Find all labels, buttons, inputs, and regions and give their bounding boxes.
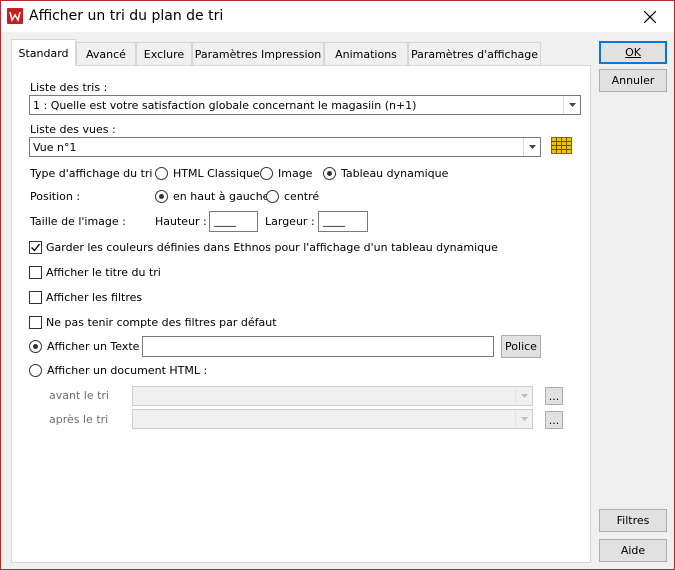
- liste-vues-label: Liste des vues :: [30, 123, 116, 136]
- afficher-document-label[interactable]: Afficher un document HTML :: [47, 364, 207, 377]
- avant-tri-label: avant le tri: [49, 389, 109, 402]
- chevron-down-icon: [515, 387, 532, 405]
- largeur-label: Largeur :: [265, 215, 315, 228]
- tab-parametres-affichage[interactable]: Paramètres d'affichage: [408, 42, 541, 66]
- browse-label: ...: [548, 413, 560, 427]
- largeur-input[interactable]: ____: [318, 211, 368, 232]
- tab-label: Avancé: [86, 48, 126, 61]
- type-affichage-label: Type d'affichage du tri :: [30, 167, 160, 180]
- afficher-titre-checkbox[interactable]: [29, 266, 42, 279]
- apres-tri-label: après le tri: [49, 413, 109, 426]
- radio-html-classique-label[interactable]: HTML Classique: [173, 167, 260, 180]
- close-icon: [644, 10, 656, 23]
- tab-label: Paramètres d'affichage: [410, 48, 539, 61]
- apres-tri-select[interactable]: [132, 409, 533, 429]
- radio-html-classique[interactable]: [155, 167, 168, 180]
- tab-parametres-impression[interactable]: Paramètres Impression: [192, 42, 324, 66]
- liste-tris-select[interactable]: 1 : Quelle est votre satisfaction global…: [29, 95, 581, 115]
- liste-tris-value: 1 : Quelle est votre satisfaction global…: [33, 99, 417, 112]
- radio-centre-label[interactable]: centré: [284, 190, 319, 203]
- liste-tris-label: Liste des tris :: [30, 81, 108, 94]
- tab-animations[interactable]: Animations: [324, 42, 408, 66]
- close-button[interactable]: [627, 1, 673, 32]
- tab-label: Paramètres Impression: [194, 48, 322, 61]
- avant-tri-select[interactable]: [132, 386, 533, 406]
- afficher-texte-label[interactable]: Afficher un Texte: [47, 340, 139, 353]
- radio-tableau-dynamique[interactable]: [323, 167, 336, 180]
- apres-tri-browse-button[interactable]: ...: [545, 411, 563, 429]
- ok-button[interactable]: OK: [599, 41, 667, 64]
- afficher-titre-label[interactable]: Afficher le titre du tri: [46, 266, 161, 279]
- police-button[interactable]: Police: [501, 335, 541, 358]
- ne-pas-tenir-label[interactable]: Ne pas tenir compte des filtres par défa…: [46, 316, 277, 329]
- tab-avance[interactable]: Avancé: [76, 42, 136, 66]
- tab-label: Animations: [335, 48, 397, 61]
- annuler-button[interactable]: Annuler: [599, 69, 667, 92]
- tab-label: Standard: [18, 46, 69, 60]
- avant-tri-browse-button[interactable]: ...: [545, 387, 563, 405]
- title-bar: Afficher un tri du plan de tri: [1, 1, 674, 32]
- aide-button-label: Aide: [620, 544, 646, 557]
- taille-image-label: Taille de l'image :: [30, 215, 126, 228]
- radio-afficher-document[interactable]: [29, 364, 42, 377]
- chevron-down-icon: [515, 410, 532, 428]
- filtres-button-label: Filtres: [616, 514, 650, 527]
- largeur-value: ____: [323, 214, 345, 227]
- radio-tableau-dynamique-label[interactable]: Tableau dynamique: [341, 167, 448, 180]
- radio-en-haut-a-gauche[interactable]: [155, 190, 168, 203]
- position-label: Position :: [30, 190, 81, 203]
- window-title: Afficher un tri du plan de tri: [29, 8, 224, 24]
- radio-afficher-texte[interactable]: [29, 340, 42, 353]
- browse-label: ...: [548, 389, 560, 403]
- afficher-filtres-label[interactable]: Afficher les filtres: [46, 291, 142, 304]
- liste-vues-value: Vue n°1: [33, 141, 77, 154]
- ne-pas-tenir-checkbox[interactable]: [29, 316, 42, 329]
- chevron-down-icon[interactable]: [563, 96, 580, 114]
- liste-vues-select[interactable]: Vue n°1: [29, 137, 541, 157]
- hauteur-value: ____: [214, 214, 236, 227]
- tab-standard[interactable]: Standard: [11, 39, 76, 66]
- aide-button[interactable]: Aide: [599, 539, 667, 562]
- dialog-window: Afficher un tri du plan de tri Standard …: [0, 0, 675, 570]
- radio-image-label[interactable]: Image: [278, 167, 312, 180]
- afficher-filtres-checkbox[interactable]: [29, 291, 42, 304]
- grid-table-icon[interactable]: [551, 137, 572, 154]
- tab-exclure[interactable]: Exclure: [136, 42, 192, 66]
- hauteur-input[interactable]: ____: [209, 211, 258, 232]
- radio-centre[interactable]: [266, 190, 279, 203]
- garder-couleurs-checkbox[interactable]: [29, 241, 42, 254]
- chevron-down-icon[interactable]: [523, 138, 540, 156]
- tab-label: Exclure: [143, 48, 185, 61]
- garder-couleurs-label[interactable]: Garder les couleurs définies dans Ethnos…: [46, 241, 498, 254]
- ok-button-label: OK: [625, 46, 641, 59]
- texte-input[interactable]: [142, 336, 494, 357]
- hauteur-label: Hauteur :: [155, 215, 207, 228]
- app-icon: [7, 8, 23, 24]
- radio-image[interactable]: [260, 167, 273, 180]
- annuler-button-label: Annuler: [611, 74, 655, 87]
- police-button-label: Police: [505, 340, 537, 353]
- checkmark-icon: [31, 243, 41, 252]
- radio-en-haut-a-gauche-label[interactable]: en haut à gauche: [173, 190, 269, 203]
- filtres-button[interactable]: Filtres: [599, 509, 667, 532]
